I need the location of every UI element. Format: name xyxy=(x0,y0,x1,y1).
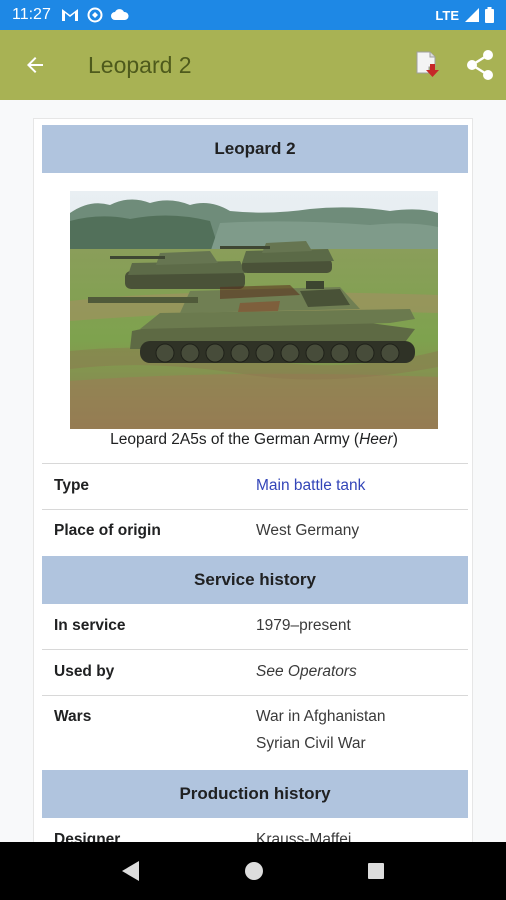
row-label: Designer xyxy=(54,831,121,842)
infobox-row-designer: Designer Krauss-Maffei xyxy=(42,831,468,842)
divider xyxy=(42,649,468,650)
row-label: In service xyxy=(54,617,126,634)
nav-recents-icon[interactable] xyxy=(367,862,385,880)
main-battle-tank-link[interactable]: Main battle tank xyxy=(256,477,468,495)
infobox-image[interactable] xyxy=(70,191,438,429)
status-bar: 11:27 LTE xyxy=(0,0,506,30)
nav-home-icon[interactable] xyxy=(244,861,264,881)
caption-italic: Heer xyxy=(359,431,393,448)
vpn-icon xyxy=(87,7,103,23)
share-icon xyxy=(467,50,493,80)
used-by-prefix: See xyxy=(256,663,288,680)
tank-photo xyxy=(70,191,438,429)
app-bar: Leopard 2 xyxy=(0,30,506,100)
operators-link[interactable]: Operators xyxy=(288,663,357,680)
system-navigation-bar xyxy=(0,842,506,900)
notification-icons xyxy=(61,7,129,23)
status-time: 11:27 xyxy=(12,6,51,23)
cloud-icon xyxy=(110,9,129,20)
war-item[interactable]: War in Afghanistan xyxy=(256,703,468,730)
nav-back-icon[interactable] xyxy=(121,860,141,882)
row-value: 1979–present xyxy=(256,617,351,634)
image-caption: Leopard 2A5s of the German Army (Heer) xyxy=(34,431,474,449)
infobox-row-in-service: In service 1979–present xyxy=(42,617,468,635)
infobox-row-wars: Wars War in Afghanistan Syrian Civil War xyxy=(42,703,468,757)
back-button[interactable] xyxy=(0,30,70,100)
divider xyxy=(42,509,468,510)
divider xyxy=(42,463,468,464)
battery-icon xyxy=(485,7,494,23)
war-item[interactable]: Syrian Civil War xyxy=(256,730,468,757)
arrow-back-icon xyxy=(27,57,43,73)
app-actions xyxy=(402,30,506,100)
page-title: Leopard 2 xyxy=(88,51,192,78)
row-label: Wars xyxy=(54,708,92,725)
infobox-row-used-by: Used by See Operators xyxy=(42,663,468,681)
wars-list: War in Afghanistan Syrian Civil War xyxy=(256,703,468,757)
row-value: West Germany xyxy=(256,522,360,539)
article-content[interactable]: Leopard 2 Leopard 2A5s of the German Arm… xyxy=(0,100,506,842)
download-pdf-icon xyxy=(416,51,439,77)
row-value: Krauss-Maffei xyxy=(256,831,352,842)
used-by-value: See Operators xyxy=(256,663,468,681)
signal-icon xyxy=(465,8,479,22)
row-label: Used by xyxy=(54,663,115,680)
divider xyxy=(42,695,468,696)
row-label: Place of origin xyxy=(54,522,161,539)
service-history-header: Service history xyxy=(42,556,468,604)
infobox-row-type: Type Main battle tank xyxy=(42,477,468,495)
caption-text: Leopard 2A5s of the German Army ( xyxy=(110,431,360,448)
production-history-header: Production history xyxy=(42,770,468,818)
caption-suffix: ) xyxy=(392,431,398,448)
share-button[interactable] xyxy=(454,30,506,100)
network-type: LTE xyxy=(435,7,459,23)
download-pdf-button[interactable] xyxy=(402,30,454,100)
gmail-icon xyxy=(61,9,78,21)
infobox-title: Leopard 2 xyxy=(42,125,468,173)
infobox: Leopard 2 Leopard 2A5s of the German Arm… xyxy=(33,118,473,842)
infobox-row-origin: Place of origin West Germany xyxy=(42,522,468,540)
status-right: LTE xyxy=(435,7,494,23)
row-label: Type xyxy=(54,477,90,494)
